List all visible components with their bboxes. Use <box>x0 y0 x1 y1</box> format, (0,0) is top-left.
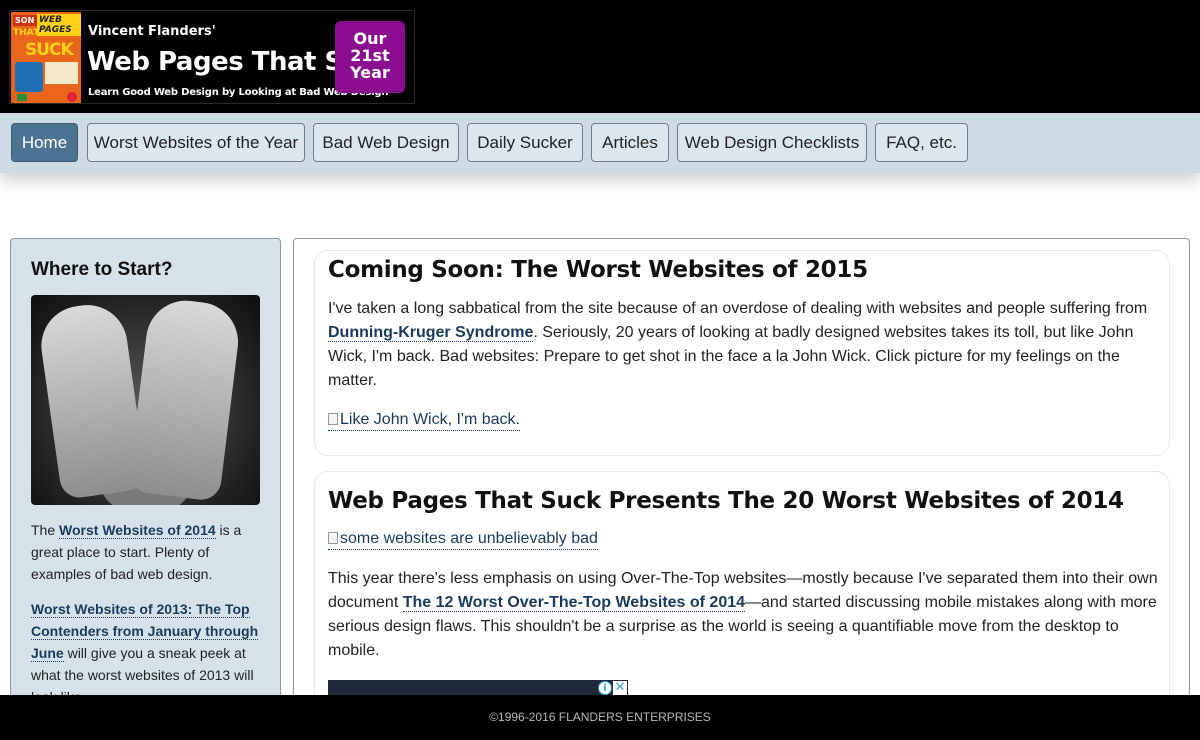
book-decoration <box>67 92 77 102</box>
book-label-top-right: WEB PAGES <box>37 14 81 36</box>
badge-line: Year <box>350 63 390 82</box>
logo-byline: Vincent Flanders' <box>88 24 216 39</box>
main-content: Coming Soon: The Worst Websites of 2015 … <box>293 238 1190 708</box>
photo-right-hand <box>127 296 243 502</box>
nav-home[interactable]: Home <box>11 123 78 162</box>
image-alt-text: Like John Wick, I'm back. <box>340 411 520 428</box>
copyright-text: ©1996-2016 FLANDERS ENTERPRISES <box>489 710 711 724</box>
worst-2014-link[interactable]: Worst Websites of 2014 <box>59 522 216 539</box>
sidebar: Where to Start? The Worst Websites of 20… <box>10 238 281 708</box>
main-nav: Home Worst Websites of the Year Bad Web … <box>0 113 1200 173</box>
nav-faq[interactable]: FAQ, etc. <box>875 123 968 162</box>
ad-info-icon[interactable]: i <box>598 681 612 695</box>
over-the-top-link[interactable]: The 12 Worst Over-The-Top Websites of 20… <box>402 594 746 612</box>
post-heading: Coming Soon: The Worst Websites of 2015 <box>328 257 868 283</box>
badge-line: Our <box>353 29 387 48</box>
image-alt-text: some websites are unbelievably bad <box>340 530 598 547</box>
nav-articles[interactable]: Articles <box>591 123 669 162</box>
post-card-2014: Web Pages That Suck Presents The 20 Wors… <box>314 471 1170 707</box>
site-footer: ©1996-2016 FLANDERS ENTERPRISES <box>0 695 1200 740</box>
sidebar-text: The <box>31 522 60 538</box>
book-illustration <box>15 62 43 92</box>
sidebar-paragraph-2: Worst Websites of 2013: The Top Contende… <box>31 598 261 707</box>
book-label-big: SUCK <box>25 40 74 60</box>
nav-daily-sucker[interactable]: Daily Sucker <box>467 123 583 162</box>
anniversary-badge: Our 21st Year <box>335 21 405 93</box>
post-card-2015: Coming Soon: The Worst Websites of 2015 … <box>314 250 1170 456</box>
post-body: This year there's less emphasis on using… <box>328 567 1158 663</box>
nav-checklists[interactable]: Web Design Checklists <box>677 123 867 162</box>
post-heading: Web Pages That Suck Presents The 20 Wors… <box>328 488 1124 514</box>
book-label-mid: THAT <box>13 28 40 38</box>
site-header: SON OF WEB PAGES THAT SUCK Vincent Fland… <box>0 0 1200 113</box>
john-wick-image-link[interactable]: Like John Wick, I'm back. <box>328 410 520 431</box>
unbelievably-bad-image-link[interactable]: some websites are unbelievably bad <box>328 529 598 550</box>
book-text-block <box>45 62 78 84</box>
nav-bad-web-design[interactable]: Bad Web Design <box>313 123 459 162</box>
badge-line: 21st <box>350 46 390 65</box>
face-palm-photo <box>31 295 260 505</box>
site-logo[interactable]: SON OF WEB PAGES THAT SUCK Vincent Fland… <box>9 10 415 104</box>
ad-close-icon[interactable]: ✕ <box>613 681 627 695</box>
sidebar-heading: Where to Start? <box>31 259 173 280</box>
dunning-kruger-link[interactable]: Dunning-Kruger Syndrome <box>328 324 534 342</box>
book-cover-image: SON OF WEB PAGES THAT SUCK <box>11 12 81 103</box>
book-decoration <box>17 94 27 101</box>
broken-image-icon <box>328 413 338 425</box>
post-text: I've taken a long sabbatical from the si… <box>328 300 1148 317</box>
sidebar-paragraph-1: The Worst Websites of 2014 is a great pl… <box>31 519 261 585</box>
broken-image-icon <box>328 532 338 544</box>
nav-worst-websites[interactable]: Worst Websites of the Year <box>87 123 305 162</box>
post-body: I've taken a long sabbatical from the si… <box>328 297 1158 393</box>
